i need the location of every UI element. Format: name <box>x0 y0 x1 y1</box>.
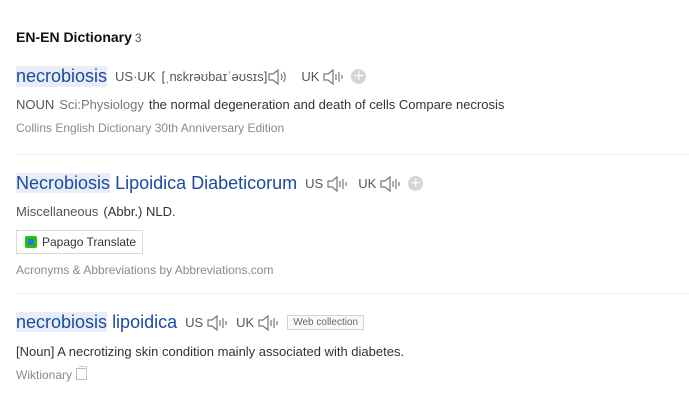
pron-label-us: US <box>185 315 204 330</box>
pronunciation-uk: UK <box>301 68 344 86</box>
speaker-icon[interactable] <box>326 175 348 193</box>
dictionary-entry-3: necrobiosis lipoidica US UK Web collecti… <box>16 312 689 382</box>
speaker-icon[interactable] <box>206 314 228 332</box>
speaker-icon[interactable] <box>257 314 279 332</box>
pron-label-us-uk: US·UK <box>115 69 156 84</box>
section-title: EN-EN Dictionary 3 <box>16 29 142 45</box>
definition-text: [Noun] A necrotizing skin condition main… <box>16 344 405 359</box>
papago-translate-button[interactable]: Papago Translate <box>16 230 143 254</box>
source-link[interactable]: Collins English Dictionary 30th Annivers… <box>16 121 689 135</box>
papago-logo-icon <box>25 236 37 248</box>
headword-link[interactable]: necrobiosis <box>16 66 108 87</box>
definition-text: the normal degeneration and death of cel… <box>148 97 505 112</box>
part-of-speech: NOUN <box>16 97 55 112</box>
pronunciation-uk: UK <box>358 175 401 193</box>
pron-label-uk: UK <box>301 69 320 84</box>
source-link[interactable]: Wiktionary <box>16 368 72 382</box>
source-row: Wiktionary <box>16 366 689 382</box>
ipa-text: [ˌnɛkrəʊbaɪˈəʊsɪs] <box>161 69 268 84</box>
headword-rest: lipoidica <box>112 312 178 332</box>
part-of-speech: Miscellaneous <box>16 204 99 219</box>
add-to-wordbook-icon[interactable]: + <box>351 69 367 84</box>
source-link[interactable]: Acronyms & Abbreviations by Abbreviation… <box>16 263 273 277</box>
headword-highlight: necrobiosis <box>16 312 108 332</box>
pron-label-uk: UK <box>358 176 377 191</box>
dictionary-entry-2: Necrobiosis Lipoidica Diabeticorum US UK… <box>16 173 689 219</box>
add-to-wordbook-icon[interactable]: + <box>408 176 424 191</box>
result-count: 3 <box>134 31 142 45</box>
entry-divider <box>16 154 689 155</box>
definition-text: (Abbr.) NLD. <box>103 204 176 219</box>
entry-divider <box>16 293 689 294</box>
subject-field: Sci:Physiology <box>59 97 144 112</box>
pronunciation-uk: UK <box>236 314 279 332</box>
copy-icon[interactable] <box>76 366 88 380</box>
web-collection-badge: Web collection <box>287 315 365 330</box>
speaker-icon[interactable] <box>379 175 401 193</box>
dictionary-entry-1: necrobiosis US·UK [ˌnɛkrəʊbaɪˈəʊsɪs] UK … <box>16 66 689 135</box>
speaker-icon[interactable] <box>322 68 344 86</box>
pronunciation-us: US <box>185 314 228 332</box>
pron-label-us: US <box>305 176 324 191</box>
headword-rest: Lipoidica Diabeticorum <box>115 173 298 193</box>
headword-link[interactable]: Necrobiosis Lipoidica Diabeticorum <box>16 173 297 194</box>
headword-highlight: Necrobiosis <box>16 173 111 193</box>
headword-link[interactable]: necrobiosis lipoidica <box>16 312 177 333</box>
papago-label: Papago Translate <box>42 235 137 249</box>
pronunciation-us-uk: US·UK [ˌnɛkrəʊbaɪˈəʊsɪs] <box>115 68 289 86</box>
pronunciation-us: US <box>305 175 348 193</box>
pron-label-uk: UK <box>236 315 255 330</box>
speaker-icon[interactable] <box>267 68 289 86</box>
section-title-text: EN-EN Dictionary <box>16 29 132 45</box>
